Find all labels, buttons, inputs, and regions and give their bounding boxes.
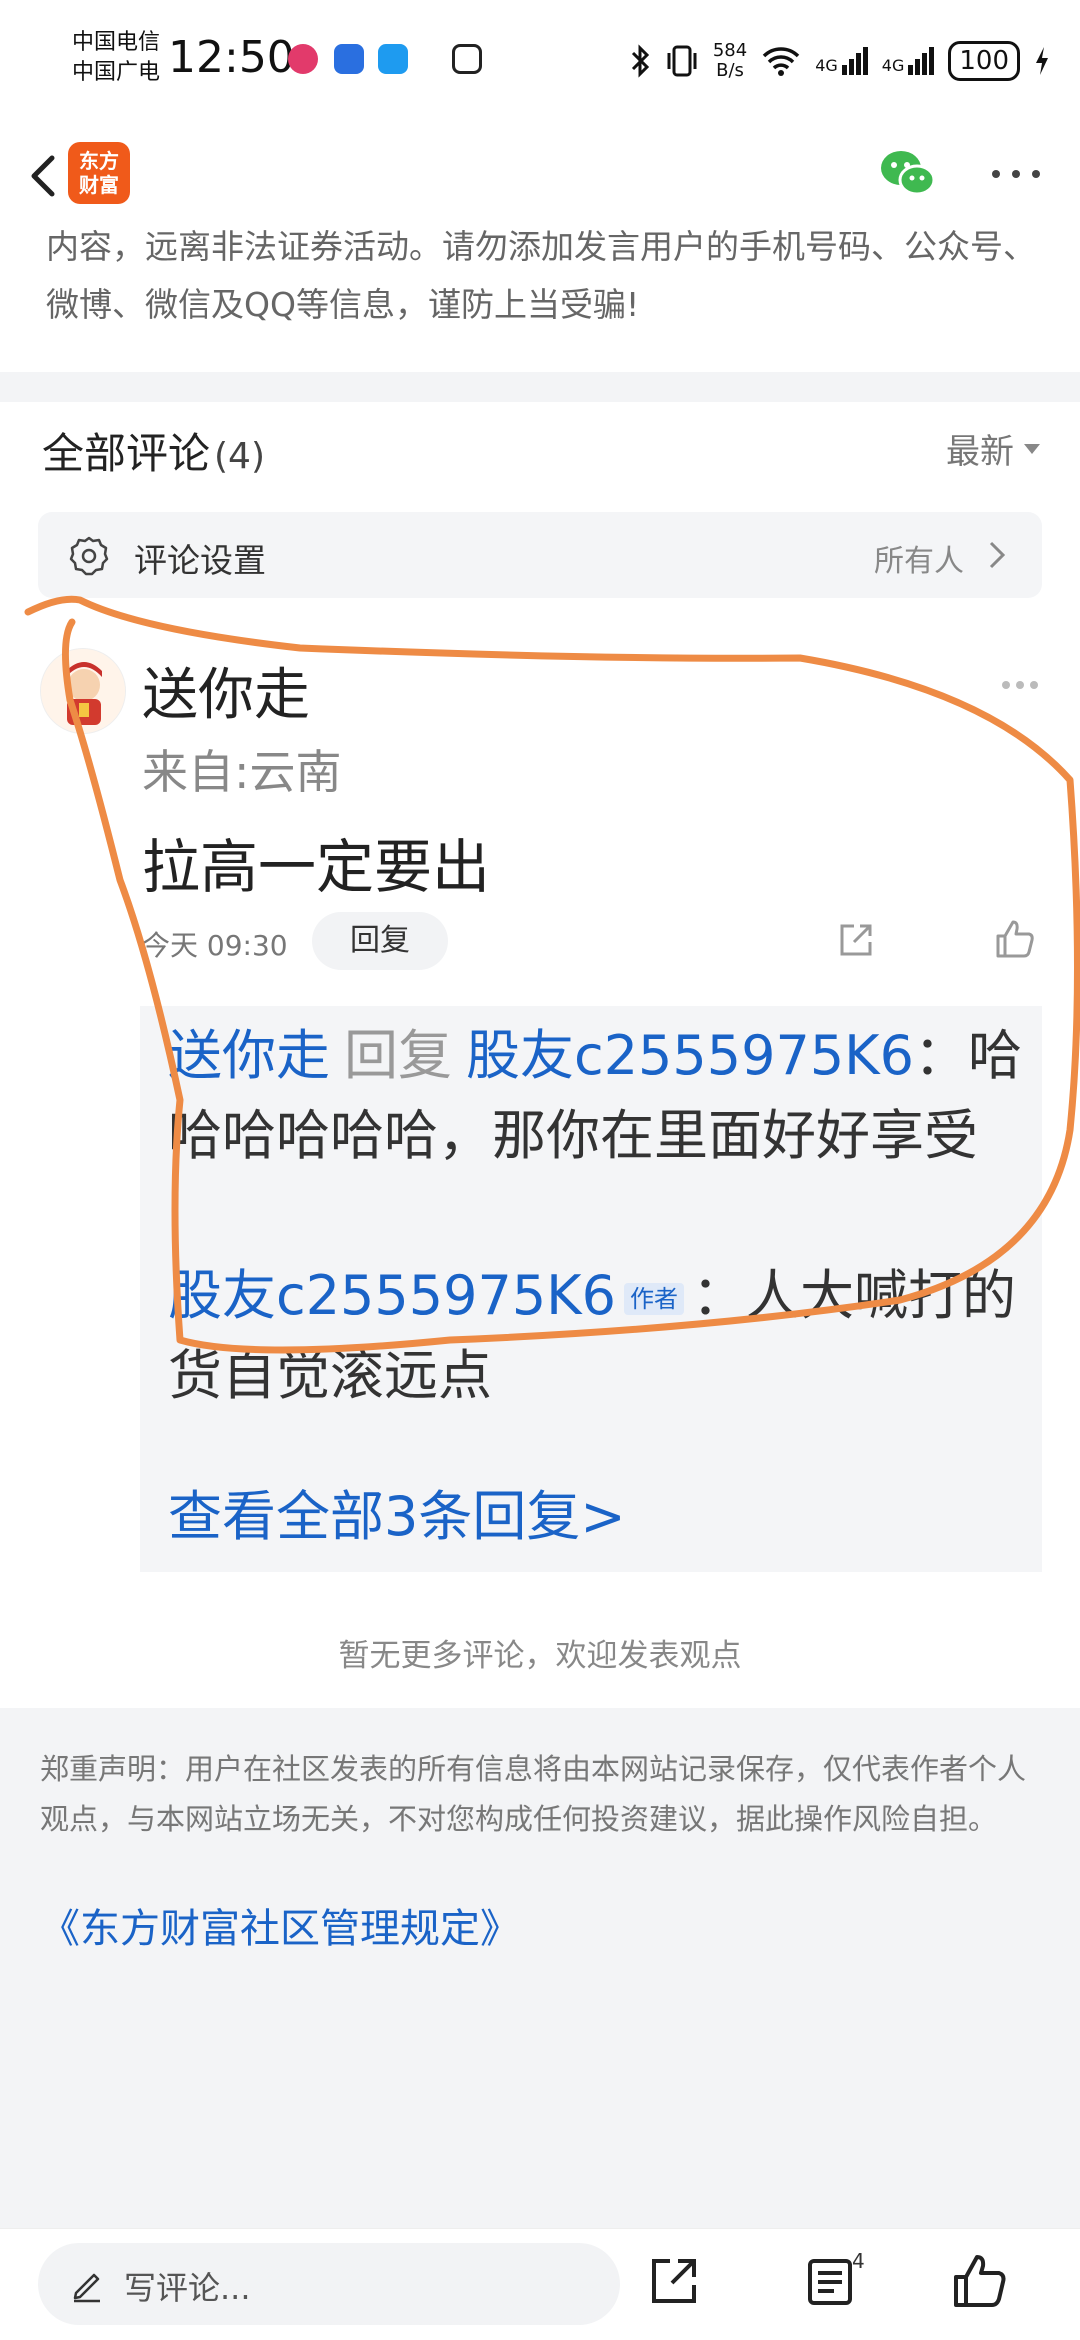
reply-button[interactable]: 回复 bbox=[312, 912, 448, 970]
author-badge: 作者 bbox=[623, 1283, 684, 1316]
net-speed: 584 B/s bbox=[712, 40, 748, 81]
charging-icon bbox=[1036, 47, 1048, 75]
reply-target[interactable]: 股友c2555975K6 bbox=[466, 1024, 914, 1087]
risk-warning-text: 内容，远离非法证券活动。请勿添加发言用户的手机号码、公众号、微博、微信及QQ等信… bbox=[46, 227, 1036, 324]
comments-title: 全部评论 (4) bbox=[42, 429, 266, 478]
thumbs-up-icon[interactable] bbox=[994, 918, 1036, 960]
top-nav: 东方 财富 bbox=[0, 120, 1080, 230]
app-notification-icon bbox=[288, 44, 318, 74]
message-icon bbox=[378, 44, 408, 74]
clock: 12:50 bbox=[168, 32, 295, 83]
reply-item[interactable]: 股友c2555975K6 作者 ：人大喊打的货自觉滚远点 bbox=[168, 1256, 1028, 1416]
disclaimer-section: 郑重声明：用户在社区发表的所有信息将由本网站记录保存，仅代表作者个人观点，与本网… bbox=[0, 1708, 1080, 2228]
comment-settings-row[interactable]: 评论设置 所有人 bbox=[38, 512, 1042, 598]
sort-dropdown[interactable]: 最新 bbox=[946, 424, 1040, 473]
app-logo: 东方 财富 bbox=[68, 142, 130, 204]
gear-icon bbox=[69, 536, 109, 576]
comment-input[interactable]: 写评论... bbox=[38, 2243, 620, 2325]
wifi-icon bbox=[762, 47, 800, 76]
more-horizontal-icon[interactable] bbox=[1000, 678, 1040, 692]
comment-location: 来自:云南 bbox=[142, 745, 342, 799]
app-notification-icon bbox=[334, 44, 364, 74]
comment-time: 今天 09:30 bbox=[142, 929, 288, 962]
chevron-right-icon bbox=[989, 541, 1006, 569]
signal-icon: 4G bbox=[882, 47, 935, 75]
bottom-bar: 写评论... 4 bbox=[0, 2228, 1080, 2340]
status-bar: 中国电信 中国广电 12:50 584 B/s 4G 4G 100 bbox=[0, 0, 1080, 120]
comment-text: 拉高一定要出 bbox=[142, 833, 491, 901]
more-horizontal-icon[interactable] bbox=[986, 162, 1046, 186]
pen-icon bbox=[73, 2273, 100, 2303]
share-icon[interactable] bbox=[836, 920, 876, 960]
reply-author[interactable]: 送你走 bbox=[168, 1024, 330, 1087]
avatar[interactable] bbox=[40, 648, 126, 734]
comment-input-placeholder: 写评论... bbox=[124, 2269, 251, 2307]
reply-author[interactable]: 股友c2555975K6 bbox=[168, 1264, 616, 1327]
community-rules-link[interactable]: 《东方财富社区管理规定》 bbox=[40, 1896, 520, 1954]
nfc-icon bbox=[452, 44, 482, 74]
vibrate-icon bbox=[667, 45, 697, 77]
carrier-1: 中国电信 bbox=[72, 30, 161, 55]
thumbs-up-icon[interactable] bbox=[950, 2251, 1010, 2311]
share-icon[interactable] bbox=[644, 2251, 704, 2311]
section-divider bbox=[0, 372, 1080, 402]
comment-count-badge: 4 bbox=[852, 2249, 865, 2273]
carrier-2: 中国广电 bbox=[72, 60, 161, 85]
reply-list: 送你走 回复 股友c2555975K6：哈哈哈哈哈哈，那你在里面好好享受 股友c25… bbox=[140, 1006, 1042, 1572]
view-all-replies-link[interactable]: 查看全部3条回复> bbox=[168, 1472, 626, 1551]
status-icons: 584 B/s 4G 4G 100 bbox=[629, 36, 1050, 86]
comment-settings-label: 评论设置 bbox=[134, 541, 266, 580]
reply-item[interactable]: 送你走 回复 股友c2555975K6：哈哈哈哈哈哈，那你在里面好好享受 bbox=[168, 1016, 1028, 1176]
carrier-label: 中国电信 中国广电 bbox=[72, 28, 160, 88]
battery-indicator: 100 bbox=[948, 41, 1020, 81]
chevron-left-icon[interactable] bbox=[20, 146, 70, 206]
comments-count: (4) bbox=[214, 436, 266, 477]
bluetooth-icon bbox=[631, 44, 649, 78]
disclaimer-text: 郑重声明：用户在社区发表的所有信息将由本网站记录保存，仅代表作者个人观点，与本网… bbox=[40, 1752, 1027, 1836]
caret-down-icon bbox=[1024, 443, 1040, 454]
comment-username[interactable]: 送你走 bbox=[142, 650, 310, 731]
comment-list-icon[interactable] bbox=[800, 2251, 860, 2311]
signal-icon: 4G bbox=[815, 47, 868, 75]
comment-settings-value: 所有人 bbox=[874, 544, 964, 579]
avatar-image bbox=[41, 649, 125, 733]
wechat-icon[interactable] bbox=[878, 146, 938, 202]
no-more-comments: 暂无更多评论，欢迎发表观点 bbox=[338, 1638, 742, 1674]
